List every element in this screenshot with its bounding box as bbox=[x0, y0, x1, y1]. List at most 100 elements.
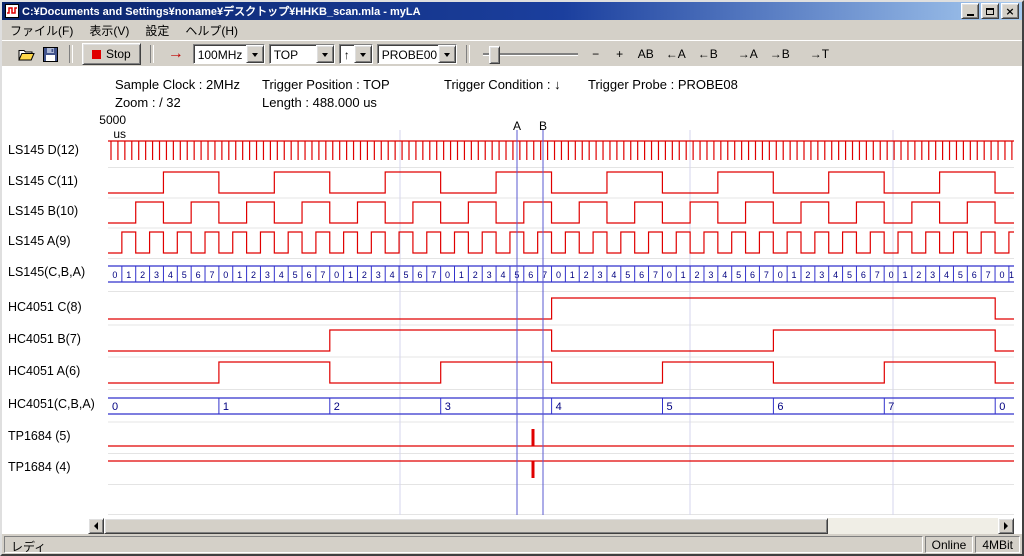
channel-label: TP1684 (5) bbox=[8, 429, 71, 443]
zoom-slider[interactable] bbox=[483, 44, 578, 64]
statusbar: レディ Online 4MBit bbox=[2, 534, 1022, 554]
menu-view[interactable]: 表示(V) bbox=[81, 19, 137, 42]
svg-text:5: 5 bbox=[293, 270, 298, 280]
svg-text:1: 1 bbox=[792, 270, 797, 280]
save-file-button[interactable] bbox=[40, 44, 60, 64]
goto-cursor-a-button[interactable]: ←A bbox=[662, 45, 690, 63]
svg-text:4: 4 bbox=[611, 270, 616, 280]
sample-clock-value: 100MHz bbox=[194, 45, 246, 63]
svg-text:3: 3 bbox=[708, 270, 713, 280]
svg-text:5: 5 bbox=[403, 270, 408, 280]
svg-text:1: 1 bbox=[681, 270, 686, 280]
svg-text:2: 2 bbox=[805, 270, 810, 280]
menu-settings[interactable]: 設定 bbox=[137, 19, 177, 42]
ab-range-button[interactable]: AB bbox=[634, 45, 658, 63]
toolbar-separator bbox=[150, 45, 154, 63]
chevron-down-icon[interactable] bbox=[246, 45, 264, 63]
svg-text:7: 7 bbox=[875, 270, 880, 280]
trigger-position-value: TOP bbox=[270, 45, 316, 63]
channel-label: HC4051 C(8) bbox=[8, 300, 82, 314]
svg-text:1: 1 bbox=[459, 270, 464, 280]
minimize-icon bbox=[967, 14, 974, 16]
waveform-display[interactable]: 0123456701234567012345670123456701234567… bbox=[108, 130, 1014, 515]
svg-text:6: 6 bbox=[417, 270, 422, 280]
channel-label: TP1684 (4) bbox=[8, 460, 71, 474]
svg-text:4: 4 bbox=[556, 401, 562, 413]
app-window: C:¥Documents and Settings¥noname¥デスクトップ¥… bbox=[0, 0, 1024, 556]
chevron-down-icon[interactable] bbox=[438, 45, 456, 63]
close-button[interactable]: × bbox=[1001, 3, 1019, 19]
channel-label: LS145(C,B,A) bbox=[8, 265, 85, 279]
zoom-slider-thumb[interactable] bbox=[489, 46, 500, 64]
run-button[interactable]: → bbox=[163, 43, 189, 65]
svg-text:4: 4 bbox=[722, 270, 727, 280]
svg-text:3: 3 bbox=[154, 270, 159, 280]
svg-text:2: 2 bbox=[584, 270, 589, 280]
status-memory: 4MBit bbox=[975, 536, 1020, 553]
menubar: ファイル(F) 表示(V) 設定 ヘルプ(H) bbox=[2, 20, 1022, 40]
sample-clock-info: Sample Clock : 2MHz bbox=[115, 77, 240, 92]
maximize-icon bbox=[986, 8, 994, 15]
svg-text:3: 3 bbox=[376, 270, 381, 280]
svg-text:1: 1 bbox=[902, 270, 907, 280]
scrollbar-track[interactable] bbox=[104, 518, 998, 534]
svg-text:4: 4 bbox=[390, 270, 395, 280]
svg-text:7: 7 bbox=[653, 270, 658, 280]
svg-text:1: 1 bbox=[570, 270, 575, 280]
open-folder-icon bbox=[18, 47, 35, 62]
svg-text:5: 5 bbox=[736, 270, 741, 280]
maximize-button[interactable] bbox=[981, 3, 999, 19]
toolbar-separator bbox=[69, 45, 73, 63]
svg-text:4: 4 bbox=[168, 270, 173, 280]
horizontal-scrollbar[interactable] bbox=[88, 518, 1014, 534]
status-message: レディ bbox=[4, 536, 923, 553]
svg-text:0: 0 bbox=[556, 270, 561, 280]
chevron-down-icon[interactable] bbox=[316, 45, 334, 63]
goto-trigger-button[interactable]: →T bbox=[806, 45, 833, 63]
svg-text:6: 6 bbox=[750, 270, 755, 280]
channel-label: LS145 A(9) bbox=[8, 234, 71, 248]
arrow-left-icon bbox=[90, 522, 98, 530]
svg-text:1: 1 bbox=[1009, 270, 1014, 280]
menu-file[interactable]: ファイル(F) bbox=[2, 19, 81, 42]
menu-help[interactable]: ヘルプ(H) bbox=[177, 19, 246, 42]
svg-text:0: 0 bbox=[889, 270, 894, 280]
trigger-position-info: Trigger Position : TOP bbox=[262, 77, 390, 92]
trigger-position-combo[interactable]: TOP bbox=[269, 44, 335, 64]
svg-text:0: 0 bbox=[999, 401, 1005, 413]
scroll-right-button[interactable] bbox=[998, 518, 1014, 534]
trigger-edge-combo[interactable]: ↑ bbox=[339, 44, 373, 64]
svg-text:1: 1 bbox=[348, 270, 353, 280]
svg-text:1: 1 bbox=[223, 401, 229, 413]
scroll-left-button[interactable] bbox=[88, 518, 104, 534]
zoom-in-button[interactable]: + bbox=[610, 45, 630, 63]
trigger-condition-info: Trigger Condition : ↓ bbox=[444, 77, 561, 92]
channel-label: HC4051(C,B,A) bbox=[8, 397, 95, 411]
trigger-probe-value: PROBE00 bbox=[378, 45, 438, 63]
svg-text:6: 6 bbox=[639, 270, 644, 280]
minimize-button[interactable] bbox=[961, 3, 979, 19]
channel-label: LS145 B(10) bbox=[8, 204, 78, 218]
open-file-button[interactable] bbox=[16, 44, 36, 64]
trigger-probe-combo[interactable]: PROBE00 bbox=[377, 44, 457, 64]
svg-text:0: 0 bbox=[778, 270, 783, 280]
svg-text:6: 6 bbox=[306, 270, 311, 280]
zoom-out-button[interactable]: − bbox=[586, 45, 606, 63]
trigger-probe-info: Trigger Probe : PROBE08 bbox=[588, 77, 738, 92]
goto-cursor-b-button[interactable]: ←B bbox=[694, 45, 722, 63]
stop-button[interactable]: Stop bbox=[82, 43, 141, 65]
svg-text:7: 7 bbox=[888, 401, 894, 413]
svg-text:4: 4 bbox=[279, 270, 284, 280]
set-cursor-a-button[interactable]: →A bbox=[734, 45, 762, 63]
sample-clock-combo[interactable]: 100MHz bbox=[193, 44, 265, 64]
svg-text:1: 1 bbox=[126, 270, 131, 280]
channel-label: HC4051 B(7) bbox=[8, 332, 81, 346]
set-cursor-b-button[interactable]: →B bbox=[766, 45, 794, 63]
svg-text:5: 5 bbox=[958, 270, 963, 280]
svg-text:0: 0 bbox=[334, 270, 339, 280]
svg-text:7: 7 bbox=[320, 270, 325, 280]
chevron-down-icon[interactable] bbox=[354, 45, 372, 63]
scrollbar-thumb[interactable] bbox=[104, 518, 828, 534]
svg-text:3: 3 bbox=[930, 270, 935, 280]
svg-text:5: 5 bbox=[847, 270, 852, 280]
